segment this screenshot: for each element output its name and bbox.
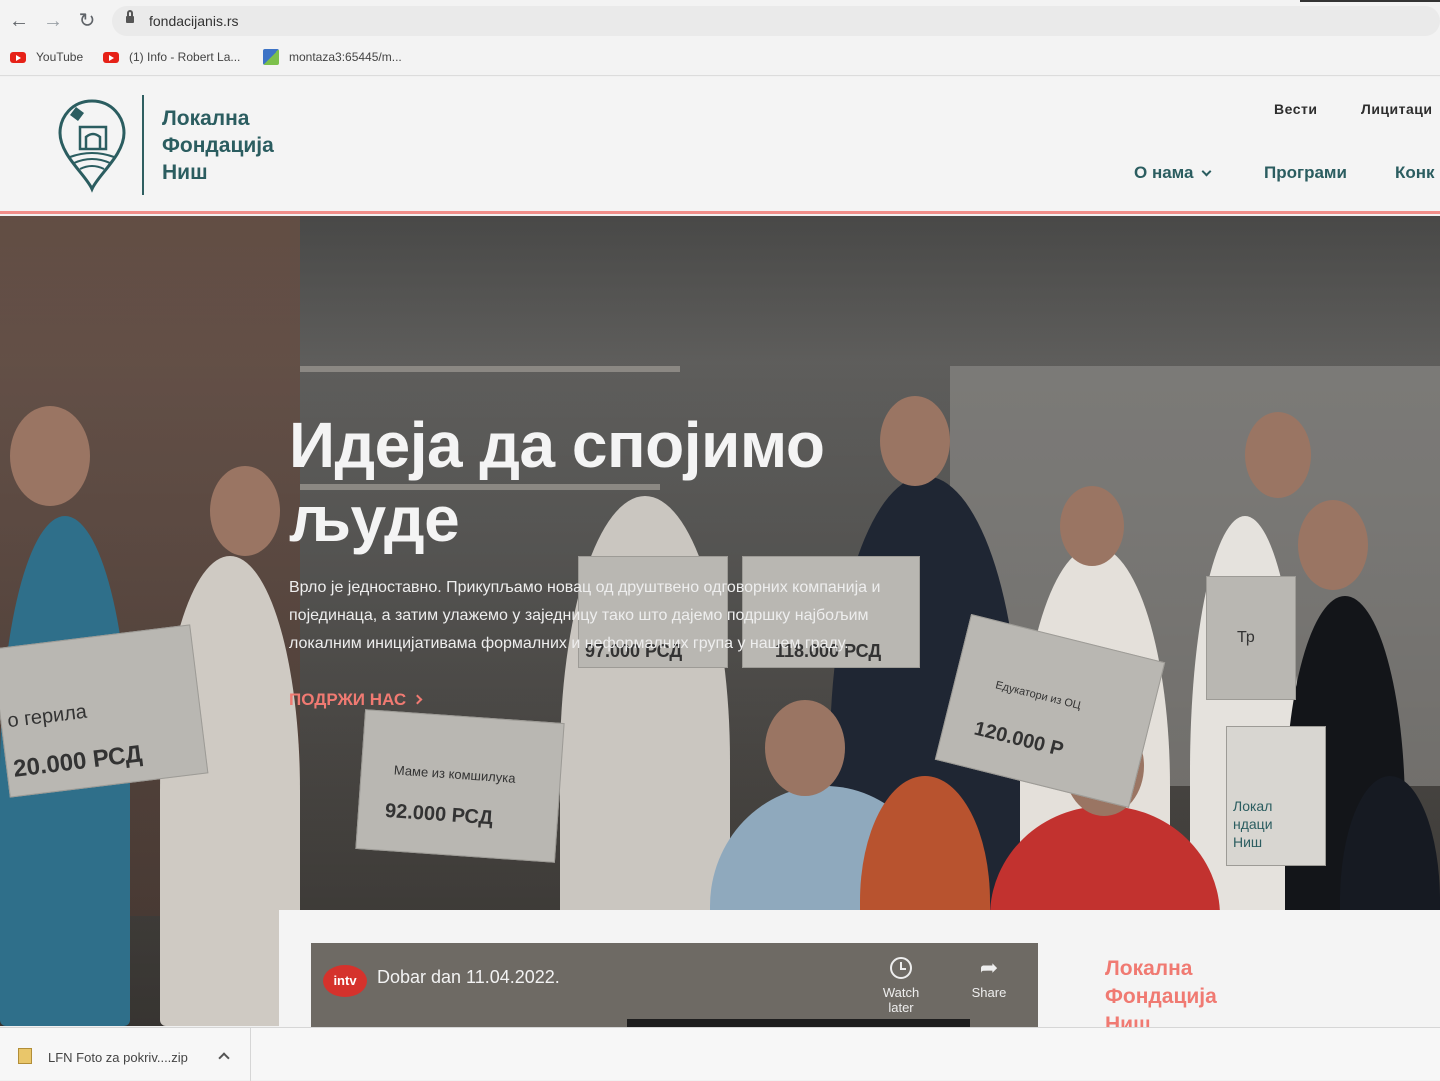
download-item[interactable]: LFN Foto za pokriv....zip [0,1028,251,1081]
download-file-name: LFN Foto za pokriv....zip [48,1050,188,1065]
photo-person-head [1060,486,1124,566]
url-text: fondacijanis.rs [149,13,239,29]
support-us-label: ПОДРЖИ НАС [289,690,407,709]
top-link-news[interactable]: Вести [1274,101,1317,117]
puzzle-icon [263,49,279,65]
share-label: Share [971,985,1007,1000]
sign-text: 92.000 РСД [384,799,494,830]
browser-toolbar: ← → ↻ fondacijanis.rs YouTube (1) Info -… [0,0,1440,76]
channel-logo[interactable]: intv [323,965,367,997]
logo-wordmark[interactable]: Локална Фондација Ниш [162,105,274,186]
photo-person-head [1298,500,1368,590]
nav-contests[interactable]: Конк [1395,163,1435,183]
bookmark-info-robert[interactable]: (1) Info - Robert La... [103,48,240,66]
nav-about[interactable]: О нама [1134,163,1212,183]
sign-text: Ниш [1233,834,1263,850]
bookmark-label: montaza3:65445/m... [289,50,402,64]
video-title[interactable]: Dobar dan 11.04.2022. [377,967,560,988]
photo-cheque-sign: Тр [1206,576,1296,700]
hero-title: Идеја да спојимо људе [289,408,989,556]
foundation-logo-icon[interactable] [56,97,128,193]
sign-text: 120.000 Р [971,717,1066,762]
nav-about-label: О нама [1134,163,1194,182]
hero-description: Врло је једноставно. Прикупљамо новац од… [289,574,979,658]
card-brand-line: Локална [1105,957,1193,980]
logo-line: Фондација [162,134,274,157]
chevron-down-icon [1202,166,1212,177]
photo-person-head [765,700,845,796]
youtube-icon [103,51,119,63]
hero-text-line: појединаца, а затим улажемо у заједницу … [289,607,869,624]
bookmark-label: (1) Info - Robert La... [129,50,241,64]
tote-text: Локал ндаци Ниш [1233,797,1273,851]
youtube-embed[interactable]: intv Dobar dan 11.04.2022. Watch later ➦… [311,943,1038,1028]
photo-person-head [210,466,280,556]
card-brand-line: Фондација [1105,985,1217,1008]
sign-text: 20.000 РСД [11,740,144,783]
hero-title-line: људе [289,483,460,555]
photo-cheque-sign: о герила 20.000 РСД [0,624,209,798]
lock-icon [126,10,134,24]
sign-text: Локал [1233,798,1273,814]
youtube-icon [10,51,26,63]
active-tab-indicator [1300,0,1440,2]
logo-line: Ниш [162,161,208,184]
hero-section: о герила 20.000 РСД Маме из комшилука 92… [0,216,1440,1026]
sign-text: ндаци [1233,816,1273,832]
nav-programs[interactable]: Програми [1264,163,1347,183]
hero-text-line: локалним иницијативама формалних и нефор… [289,635,849,652]
bookmark-label: YouTube [36,50,84,64]
photo-person-head [10,406,90,506]
photo-tote-bag: Локал ндаци Ниш [1226,726,1326,866]
logo-line: Локална [162,107,250,130]
sign-text: Маме из комшилука [393,762,517,786]
reload-icon[interactable]: ↻ [76,10,98,32]
hero-title-line: Идеја да спојимо [289,409,825,481]
hero-text-line: Врло је једноставно. Прикупљамо новац од… [289,579,881,596]
forward-arrow-icon[interactable]: → [42,10,64,32]
share-button[interactable]: ➦ Share [959,955,1019,1001]
chevron-up-icon[interactable] [218,1052,230,1064]
logo-divider [142,95,144,195]
sign-text: о герила [6,700,89,733]
sign-text: Едукатори из ОЦ [994,679,1082,713]
address-bar[interactable]: fondacijanis.rs [112,6,1440,36]
hero-shelf [300,366,680,372]
photo-person-head [1245,412,1311,498]
sign-text: Тр [1237,629,1255,646]
chevron-right-icon [412,694,423,705]
share-arrow-icon: ➦ [979,955,999,980]
watch-later-button[interactable]: Watch later [871,957,931,1015]
watch-later-label: Watch later [882,985,920,1015]
bookmark-montaza[interactable]: montaza3:65445/m... [263,48,402,66]
clock-icon [890,957,912,979]
video-section: intv Dobar dan 11.04.2022. Watch later ➦… [279,910,1440,1036]
download-shelf: LFN Foto za pokriv....zip [0,1027,1440,1081]
zip-file-icon [18,1048,32,1064]
back-arrow-icon[interactable]: ← [8,10,30,32]
bookmark-youtube[interactable]: YouTube [10,48,83,66]
photo-cheque-sign: Маме из комшилука 92.000 РСД [355,709,565,863]
bookmarks-bar: YouTube (1) Info - Robert La... montaza3… [0,44,1440,68]
support-us-link[interactable]: ПОДРЖИ НАС [289,690,423,710]
site-header: Локална Фондација Ниш Вести Лицитаци О н… [0,77,1440,214]
top-link-auctions[interactable]: Лицитаци [1361,101,1433,117]
